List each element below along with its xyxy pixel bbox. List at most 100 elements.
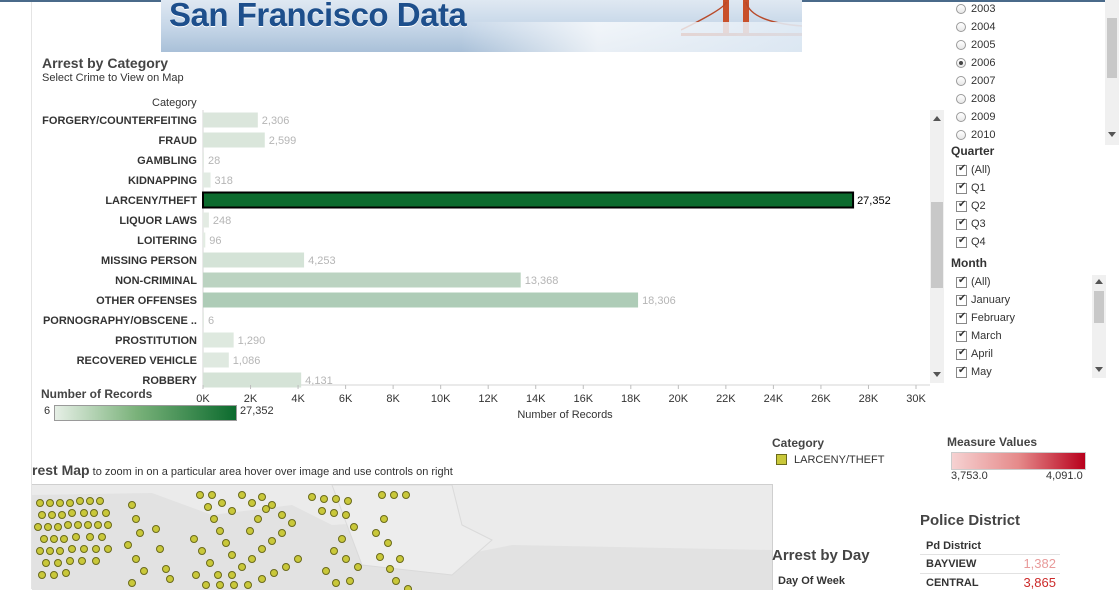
- map-marker[interactable]: [346, 577, 354, 585]
- category-bar[interactable]: [203, 152, 204, 168]
- pd-row[interactable]: BAYVIEW 1,382: [920, 554, 1060, 573]
- map-marker[interactable]: [46, 547, 54, 555]
- map-marker[interactable]: [230, 581, 238, 589]
- category-bar[interactable]: [202, 191, 855, 209]
- map-marker[interactable]: [124, 541, 132, 549]
- map-marker[interactable]: [390, 491, 398, 499]
- map-marker[interactable]: [54, 559, 62, 567]
- month-option-label[interactable]: May: [971, 366, 992, 378]
- map-marker[interactable]: [78, 557, 86, 565]
- map-marker[interactable]: [128, 579, 136, 587]
- radio-button[interactable]: [956, 130, 966, 140]
- radio-button[interactable]: [956, 94, 966, 104]
- map-marker[interactable]: [318, 507, 326, 515]
- map-marker[interactable]: [342, 511, 350, 519]
- map-marker[interactable]: [378, 491, 386, 499]
- map-marker[interactable]: [228, 551, 236, 559]
- map-marker[interactable]: [162, 565, 170, 573]
- checkbox[interactable]: [956, 293, 967, 306]
- category-bar[interactable]: [203, 332, 234, 348]
- map-marker[interactable]: [34, 523, 42, 531]
- map-marker[interactable]: [36, 499, 44, 507]
- map-marker[interactable]: [372, 529, 380, 537]
- scroll-down-icon[interactable]: [933, 372, 941, 377]
- map-marker[interactable]: [40, 535, 48, 543]
- category-label[interactable]: LOITERING: [137, 235, 197, 247]
- map-marker[interactable]: [278, 511, 286, 519]
- quarter-option-label[interactable]: (All): [971, 164, 991, 176]
- map-marker[interactable]: [402, 491, 410, 499]
- checkbox[interactable]: [956, 275, 967, 288]
- arrest-map[interactable]: [32, 484, 773, 590]
- map-marker[interactable]: [198, 547, 206, 555]
- map-marker[interactable]: [156, 545, 164, 553]
- map-marker[interactable]: [140, 567, 148, 575]
- year-option-label[interactable]: 2009: [971, 111, 995, 123]
- map-marker[interactable]: [332, 579, 340, 587]
- map-marker[interactable]: [128, 501, 136, 509]
- map-marker[interactable]: [152, 525, 160, 533]
- map-marker[interactable]: [46, 499, 54, 507]
- category-bar[interactable]: [203, 112, 258, 128]
- map-marker[interactable]: [248, 499, 256, 507]
- map-marker[interactable]: [104, 521, 112, 529]
- map-marker[interactable]: [48, 511, 56, 519]
- month-scroll-thumb[interactable]: [1094, 291, 1104, 323]
- checkbox[interactable]: [956, 217, 967, 230]
- map-marker[interactable]: [380, 515, 388, 523]
- map-marker[interactable]: [268, 501, 276, 509]
- map-marker[interactable]: [268, 537, 276, 545]
- map-marker[interactable]: [104, 545, 112, 553]
- map-marker[interactable]: [44, 523, 52, 531]
- quarter-option-label[interactable]: Q3: [971, 218, 986, 230]
- category-label[interactable]: FRAUD: [159, 135, 198, 147]
- map-marker[interactable]: [86, 497, 94, 505]
- category-bar[interactable]: [203, 292, 639, 308]
- checkbox[interactable]: [956, 199, 967, 212]
- checkbox[interactable]: [956, 235, 967, 248]
- map-marker[interactable]: [56, 547, 64, 555]
- map-marker[interactable]: [38, 571, 46, 579]
- map-marker[interactable]: [38, 511, 46, 519]
- map-marker[interactable]: [92, 557, 100, 565]
- map-marker[interactable]: [396, 555, 404, 563]
- map-marker[interactable]: [208, 491, 216, 499]
- category-label[interactable]: LARCENY/THEFT: [105, 195, 197, 207]
- map-marker[interactable]: [68, 509, 76, 517]
- map-marker[interactable]: [238, 563, 246, 571]
- quarter-option-label[interactable]: Q2: [971, 200, 986, 212]
- map-marker[interactable]: [80, 545, 88, 553]
- map-category-swatch[interactable]: [776, 454, 787, 465]
- category-label[interactable]: RECOVERED VEHICLE: [77, 355, 197, 367]
- map-marker[interactable]: [216, 581, 224, 589]
- map-marker[interactable]: [270, 569, 278, 577]
- radio-button[interactable]: [956, 76, 966, 86]
- map-marker[interactable]: [308, 493, 316, 501]
- map-marker[interactable]: [222, 539, 230, 547]
- category-label[interactable]: MISSING PERSON: [101, 255, 197, 267]
- map-marker[interactable]: [258, 575, 266, 583]
- map-marker[interactable]: [64, 521, 72, 529]
- map-marker[interactable]: [254, 515, 262, 523]
- checkbox[interactable]: [956, 347, 967, 360]
- map-marker[interactable]: [68, 545, 76, 553]
- category-label[interactable]: OTHER OFFENSES: [96, 295, 197, 307]
- year-option-label[interactable]: 2005: [971, 39, 995, 51]
- map-marker[interactable]: [344, 497, 352, 505]
- year-option-label[interactable]: 2008: [971, 93, 995, 105]
- map-marker[interactable]: [196, 491, 204, 499]
- radio-button[interactable]: [956, 40, 966, 50]
- checkbox[interactable]: [956, 311, 967, 324]
- map-marker[interactable]: [248, 555, 256, 563]
- map-marker[interactable]: [228, 571, 236, 579]
- map-marker[interactable]: [90, 509, 98, 517]
- month-option-label[interactable]: January: [971, 294, 1010, 306]
- map-marker[interactable]: [392, 577, 400, 585]
- checkbox[interactable]: [956, 163, 967, 176]
- map-marker[interactable]: [204, 503, 212, 511]
- category-bar[interactable]: [203, 352, 229, 368]
- map-marker[interactable]: [190, 535, 198, 543]
- radio-button[interactable]: [956, 58, 966, 68]
- month-option-label[interactable]: (All): [971, 276, 991, 288]
- map-marker[interactable]: [228, 507, 236, 515]
